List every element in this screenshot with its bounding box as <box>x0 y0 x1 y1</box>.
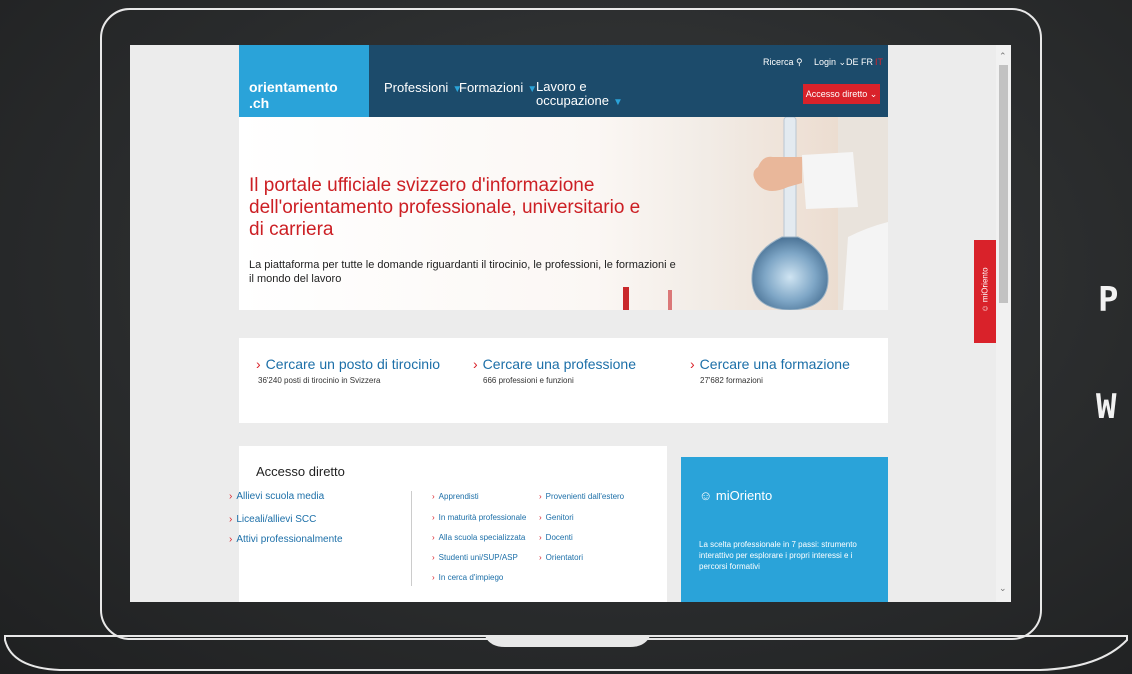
scroll-up-icon[interactable]: ⌃ <box>999 51 1007 62</box>
chevron-right-icon: › <box>229 514 233 525</box>
hero-decor-stripe <box>623 287 629 310</box>
link-docenti[interactable]: › Docenti <box>539 533 573 542</box>
chevron-right-icon: › <box>229 491 233 502</box>
nav-label: Formazioni <box>459 80 524 95</box>
link-genitori[interactable]: › Genitori <box>539 513 574 522</box>
nav-item-formazioni[interactable]: Formazioni ▼ <box>459 80 537 95</box>
link-label: Orientatori <box>545 553 584 562</box>
mioriento-text: La scelta professionale in 7 passi: stru… <box>699 540 857 571</box>
doodle-text-1: P <box>1098 280 1119 320</box>
link-apprendisti[interactable]: › Apprendisti <box>432 492 479 501</box>
chevron-right-icon: › <box>229 534 233 545</box>
lang-it[interactable]: IT <box>875 57 883 67</box>
smiley-icon: ☺ <box>699 488 713 503</box>
card-title: Cercare una formazione <box>699 356 850 372</box>
chevron-right-icon: › <box>432 573 435 582</box>
chevron-right-icon: › <box>432 492 435 501</box>
search-card-tirocinio[interactable]: › Cercare un posto di tirocinio 36'240 po… <box>256 356 440 385</box>
link-label: Studenti uni/SUP/ASP <box>438 553 518 562</box>
chevron-right-icon: › <box>539 533 542 542</box>
hero-image <box>751 117 888 310</box>
link-label: In maturità professionale <box>438 513 527 522</box>
card-title: Cercare una professione <box>482 356 636 372</box>
logo-text-domain: .ch <box>249 95 270 111</box>
hero-title: Il portale ufficiale svizzero d'informaz… <box>249 175 641 240</box>
card-title: Cercare un posto di tirocinio <box>265 356 440 372</box>
chevron-right-icon: › <box>256 356 261 372</box>
hero-subtitle: La piattaforma per tutte le domande rigu… <box>249 259 676 285</box>
link-maturita[interactable]: › In maturità professionale <box>432 513 526 522</box>
link-label: In cerca d'impiego <box>438 573 504 582</box>
chevron-right-icon: › <box>690 356 695 372</box>
chevron-right-icon: › <box>473 356 478 372</box>
hero-decor-stripe <box>668 290 672 310</box>
direct-access-button[interactable]: Accesso diretto ⌄ <box>803 84 880 104</box>
link-scuola-specializzata[interactable]: › Alla scuola specializzata <box>432 533 525 542</box>
chevron-right-icon: › <box>539 513 542 522</box>
link-cerca-impiego[interactable]: › In cerca d'impiego <box>432 573 503 582</box>
chevron-right-icon: › <box>539 553 542 562</box>
chevron-right-icon: › <box>432 553 435 562</box>
search-label: Ricerca <box>763 57 794 67</box>
doodle-text-2: W <box>1096 387 1117 427</box>
lang-fr[interactable]: FR <box>861 57 873 67</box>
nav-item-professioni[interactable]: Professioni ▼ <box>384 80 462 95</box>
login-link[interactable]: Login ⌄ <box>814 57 846 68</box>
nav-item-lavoro[interactable]: Lavoro e occupazione ▼ <box>536 80 623 110</box>
chevron-right-icon: › <box>539 492 542 501</box>
link-label: Liceali/allievi SCC <box>236 514 317 525</box>
mioriento-title: miOriento <box>715 488 773 503</box>
chevron-down-icon: ⌄ <box>838 57 847 67</box>
link-label: Docenti <box>545 533 573 542</box>
card-subtitle: 27'682 formazioni <box>700 376 763 385</box>
link-label: Allievi scuola media <box>236 491 325 502</box>
search-card-professione[interactable]: › Cercare una professione 666 professioni… <box>473 356 636 385</box>
lang-de[interactable]: DE <box>846 57 859 67</box>
nav-label-line1: Lavoro e <box>536 79 587 94</box>
chevron-right-icon: › <box>432 513 435 522</box>
search-card-formazione[interactable]: › Cercare una formazione 27'682 formazion… <box>690 356 850 385</box>
scrollbar-thumb[interactable] <box>999 65 1008 303</box>
chevron-down-icon: ⌄ <box>869 89 878 99</box>
mioriento-title-row: ☺ miOriento <box>699 488 772 503</box>
logo-text-main: orientamento <box>249 79 338 95</box>
search-icon: ⚲ <box>796 57 803 67</box>
chevron-down-icon: ▼ <box>613 97 623 108</box>
search-link[interactable]: Ricerca ⚲ <box>763 57 803 68</box>
link-label: Provenienti dall'estero <box>545 492 625 501</box>
nav-label: Professioni <box>384 80 449 95</box>
chevron-right-icon: › <box>432 533 435 542</box>
card-subtitle: 36'240 posti di tirocinio in Svizzera <box>258 376 381 385</box>
direct-access-label: Accesso diretto <box>805 89 868 99</box>
direct-access-title: Accesso diretto <box>256 464 345 479</box>
card-subtitle: 666 professioni e funzioni <box>483 376 574 385</box>
mioriento-card[interactable] <box>681 457 888 602</box>
smiley-icon: ☺ <box>980 304 990 313</box>
link-attivi[interactable]: › Attivi professionalmente <box>229 534 343 545</box>
side-tab-text: miOriento <box>980 267 990 303</box>
link-orientatori[interactable]: › Orientatori <box>539 553 583 562</box>
scroll-down-icon[interactable]: ⌄ <box>999 583 1007 594</box>
side-tab-label: ☺ miOriento <box>981 267 990 312</box>
browser-viewport: orientamento .ch Professioni ▼ Formazioni… <box>130 45 1011 602</box>
divider <box>411 491 412 586</box>
link-studenti[interactable]: › Studenti uni/SUP/ASP <box>432 553 518 562</box>
link-label: Attivi professionalmente <box>236 534 343 545</box>
login-label: Login <box>814 57 837 67</box>
link-label: Apprendisti <box>438 492 479 501</box>
link-label: Genitori <box>545 513 574 522</box>
link-allievi-scuola-media[interactable]: › Allievi scuola media <box>229 491 324 502</box>
link-estero[interactable]: › Provenienti dall'estero <box>539 492 624 501</box>
nav-label-line2: occupazione <box>536 93 609 108</box>
laptop-base <box>4 635 1128 671</box>
link-label: Alla scuola specializzata <box>438 533 526 542</box>
link-liceali[interactable]: › Liceali/allievi SCC <box>229 514 316 525</box>
